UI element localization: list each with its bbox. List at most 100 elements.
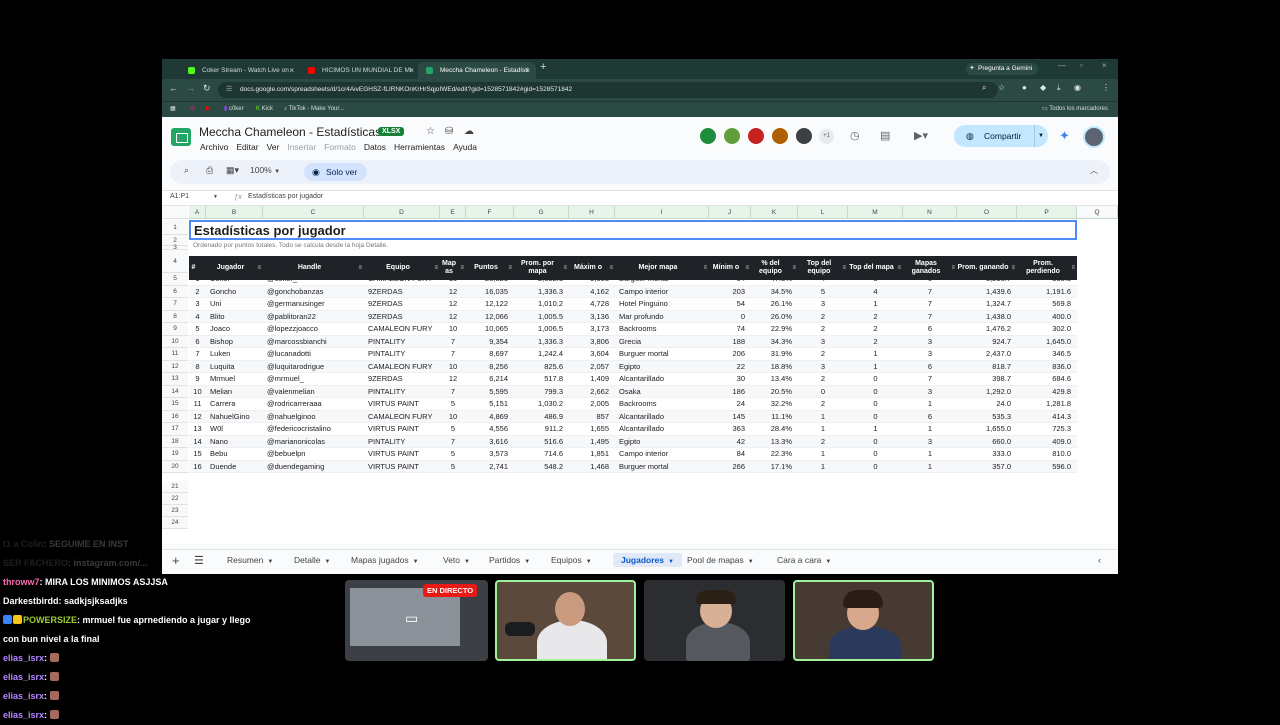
row-header[interactable]: 21: [162, 481, 188, 493]
menu-icon[interactable]: ⋮: [1102, 83, 1110, 92]
cloud-icon[interactable]: ☁: [464, 126, 474, 137]
filter-icon[interactable]: ≡: [1011, 264, 1015, 272]
more-avatars-badge[interactable]: +1: [819, 129, 834, 144]
filter-icon[interactable]: ≡: [434, 264, 438, 272]
row-header[interactable]: 15: [162, 398, 188, 411]
table-row[interactable]: 15 Bebu @bebuelpn VIRTUS PAINT 5 3,573 714.6 1,…: [189, 448, 1077, 461]
row-header[interactable]: 4: [162, 250, 188, 273]
filter-icon[interactable]: ≡: [358, 264, 362, 272]
table-row[interactable]: 10 Melian @valenmelian PINTALITY 7 5,595 799.3…: [189, 385, 1077, 398]
gemini-icon[interactable]: ✦: [1059, 128, 1070, 144]
download-icon[interactable]: ⤓: [1057, 83, 1061, 93]
row-header[interactable]: 20: [162, 460, 188, 473]
name-box[interactable]: A1:P1 ▼: [170, 193, 218, 200]
maximize-icon[interactable]: ▫: [1080, 61, 1083, 70]
table-row[interactable]: 8 Luquita @luquitarodrigue CAMALEON FURY 10 8…: [189, 360, 1077, 373]
row-header[interactable]: 18: [162, 435, 188, 448]
row-header[interactable]: 10: [162, 335, 188, 348]
spreadsheet-grid[interactable]: ABCDEFGHIJKLMNOPQ 1 2 3 4 5 6 7 8 9 10 11 12 13 14 15 1…: [162, 206, 1118, 544]
chevron-down-icon[interactable]: ▼: [748, 559, 754, 565]
bookmark-tiktok[interactable]: ♪ TikTok - Make Your...: [284, 104, 344, 114]
formula-content[interactable]: Estadísticas por jugador: [248, 193, 323, 200]
row-header[interactable]: 17: [162, 423, 188, 436]
chevron-left-icon[interactable]: ‹: [1098, 555, 1101, 565]
row-header[interactable]: 6: [162, 285, 188, 298]
row-header[interactable]: 19: [162, 448, 188, 461]
chat-username[interactable]: throww7: [3, 577, 40, 587]
table-row[interactable]: 9 Mrmuel @mrmuel_ 9ZERDAS 12 6,214 517.8 1,409 A…: [189, 373, 1077, 386]
filter-icon[interactable]: ≡: [951, 264, 955, 272]
profile-icon[interactable]: ◉: [1074, 83, 1081, 92]
menu-datos[interactable]: Datos: [364, 142, 386, 152]
sheet-tab[interactable]: Cara a cara ▼: [777, 555, 831, 565]
filter-icon[interactable]: ≡: [842, 264, 846, 272]
reload-icon[interactable]: ↻: [203, 83, 211, 94]
bookmark-c0ker[interactable]: ▮ c0ker: [224, 104, 244, 114]
filter-icon[interactable]: ≡: [257, 264, 261, 272]
chat-username[interactable]: elias_isrx: [3, 653, 44, 663]
chevron-down-icon[interactable]: ▼: [1034, 125, 1044, 147]
user-avatar[interactable]: [1083, 126, 1105, 148]
close-icon[interactable]: ×: [289, 62, 294, 79]
column-header[interactable]: M: [848, 206, 903, 219]
chat-username[interactable]: elias_isrx: [3, 691, 44, 701]
address-bar[interactable]: ☰ docs.google.com/spreadsheets/d/1cr4AivE…: [218, 82, 998, 98]
sheet-tab[interactable]: Pool de mapas ▼: [687, 555, 754, 565]
avatar[interactable]: [747, 127, 765, 145]
menu-ver[interactable]: Ver: [267, 142, 280, 152]
filter-icon[interactable]: ≡: [745, 264, 749, 272]
table-row[interactable]: 11 Carrera @rodricarreraaa VIRTUS PAINT 5 5,1…: [189, 398, 1077, 411]
search-icon[interactable]: ⌕: [982, 83, 986, 93]
column-header[interactable]: H: [569, 206, 615, 219]
puzzle-icon[interactable]: ◆: [1040, 83, 1046, 92]
format-paint-icon[interactable]: ▦▾: [226, 165, 239, 176]
column-header[interactable]: N: [903, 206, 957, 219]
new-tab-icon[interactable]: +: [540, 61, 546, 73]
row-header[interactable]: 22: [162, 493, 188, 505]
column-header[interactable]: O: [957, 206, 1017, 219]
table-row[interactable]: 5 Joaco @lopezzjoacco CAMALEON FURY 10 10,065…: [189, 323, 1077, 336]
column-header[interactable]: D: [364, 206, 440, 219]
menu-formato[interactable]: Formato: [324, 142, 356, 152]
apps-icon[interactable]: ▦: [170, 104, 176, 114]
column-header[interactable]: J: [709, 206, 751, 219]
menu-editar[interactable]: Editar: [236, 142, 258, 152]
row-header[interactable]: 8: [162, 310, 188, 323]
filter-icon[interactable]: ≡: [563, 264, 567, 272]
view-only-button[interactable]: ◉ Solo ver: [304, 163, 368, 181]
filter-icon[interactable]: ≡: [460, 264, 464, 272]
menu-herramientas[interactable]: Herramientas: [394, 142, 445, 152]
close-window-icon[interactable]: ×: [1102, 61, 1107, 70]
browser-tab[interactable]: HICIMOS UN MUNDIAL DE MI ×: [300, 62, 420, 79]
chevron-down-icon[interactable]: ▼: [413, 559, 419, 565]
table-row[interactable]: 6 Bishop @marcossbianchi PINTALITY 7 9,354 1,3…: [189, 335, 1077, 348]
filter-icon[interactable]: ≡: [1071, 264, 1075, 272]
row-header[interactable]: 16: [162, 410, 188, 423]
column-header[interactable]: L: [798, 206, 848, 219]
sheet-tab[interactable]: Equipos ▼: [551, 555, 592, 565]
chevron-down-icon[interactable]: ▼: [524, 559, 530, 565]
chat-username[interactable]: Darkestbirdd: [3, 596, 59, 606]
filter-icon[interactable]: ≡: [897, 264, 901, 272]
column-header[interactable]: A: [189, 206, 206, 219]
browser-tab-active[interactable]: Meccha Chameleon - Estadísti ×: [418, 62, 536, 79]
table-row[interactable]: 3 Uni @germanusinger 9ZERDAS 12 12,122 1,010.2…: [189, 298, 1077, 311]
close-icon[interactable]: ×: [525, 62, 530, 79]
chat-username[interactable]: elias_isrx: [3, 672, 44, 682]
minimize-icon[interactable]: —: [1058, 61, 1066, 70]
column-header[interactable]: I: [615, 206, 709, 219]
forward-icon[interactable]: →: [186, 83, 195, 93]
column-header[interactable]: Q: [1077, 206, 1118, 219]
row-header[interactable]: 23: [162, 505, 188, 517]
star-icon[interactable]: ☆: [426, 126, 435, 137]
row-header[interactable]: 24: [162, 517, 188, 529]
row-header[interactable]: 5: [162, 273, 188, 286]
sheets-logo-icon[interactable]: [171, 128, 191, 146]
youtube-icon[interactable]: ▶: [206, 104, 211, 114]
chat-username[interactable]: t1 a Colin: [3, 539, 44, 549]
filter-icon[interactable]: ≡: [609, 264, 613, 272]
row-header[interactable]: 11: [162, 348, 188, 361]
chevron-down-icon[interactable]: ▼: [668, 559, 674, 565]
table-row[interactable]: 16 Duende @duendegaming VIRTUS PAINT 5 2,741 5…: [189, 460, 1077, 473]
gemini-button[interactable]: Pregunta a Gemini: [966, 63, 1039, 75]
